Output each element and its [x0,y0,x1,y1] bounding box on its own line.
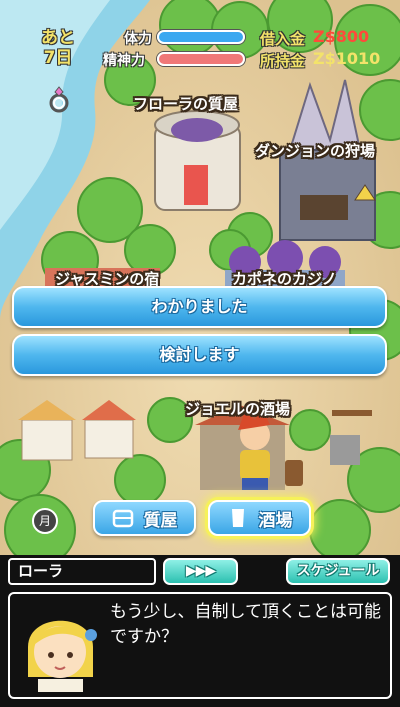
stamina-label: 体力 [124,31,152,47]
dialog-text: もう少し、自制して頂くことは可能ですか？ [110,602,381,647]
game-screen: フローラの質屋 ダンジョンの狩場 ジャスミンの宿 カポネのカジノ ジョエルの酒場… [0,0,400,707]
debt-value: Z$800 [313,27,370,46]
choice-accept-button[interactable]: わかりました [12,286,387,328]
days-value: 7日 [43,48,73,68]
spirit-bar [157,52,245,66]
advance-button[interactable]: ▶▶▶ [163,558,238,585]
pawnshop-building [154,110,241,211]
bar-button-label: 酒場 [258,510,293,531]
choice-consider-button[interactable]: 検討します [12,334,387,376]
debt-label: 借入金 [260,30,306,48]
pawnshop-button[interactable]: 質屋 [93,500,196,536]
month-badge: 月 [32,508,58,534]
cash-value: Z$1010 [313,49,381,68]
stamina-bar [157,30,245,44]
cash-label: 所持金 [260,52,306,70]
glass-icon [231,509,244,527]
bar-button[interactable]: 酒場 [208,500,311,536]
pawnshop-icon [112,509,133,528]
laura-portrait [28,620,97,692]
ring-icon[interactable] [48,84,70,114]
speaker-name-box: ローラ [8,558,156,585]
schedule-button[interactable]: スケジュール [286,558,390,585]
days-prefix: あと [41,28,75,48]
days-remaining: あと 7日 [34,28,82,68]
pawnshop-map-label: フローラの質屋 [133,95,239,113]
pawnshop-button-label: 質屋 [143,510,178,531]
dungeon-map-label: ダンジョンの狩場 [255,142,376,160]
spirit-label: 精神力 [103,53,145,69]
bar-map-label: ジョエルの酒場 [185,400,291,418]
